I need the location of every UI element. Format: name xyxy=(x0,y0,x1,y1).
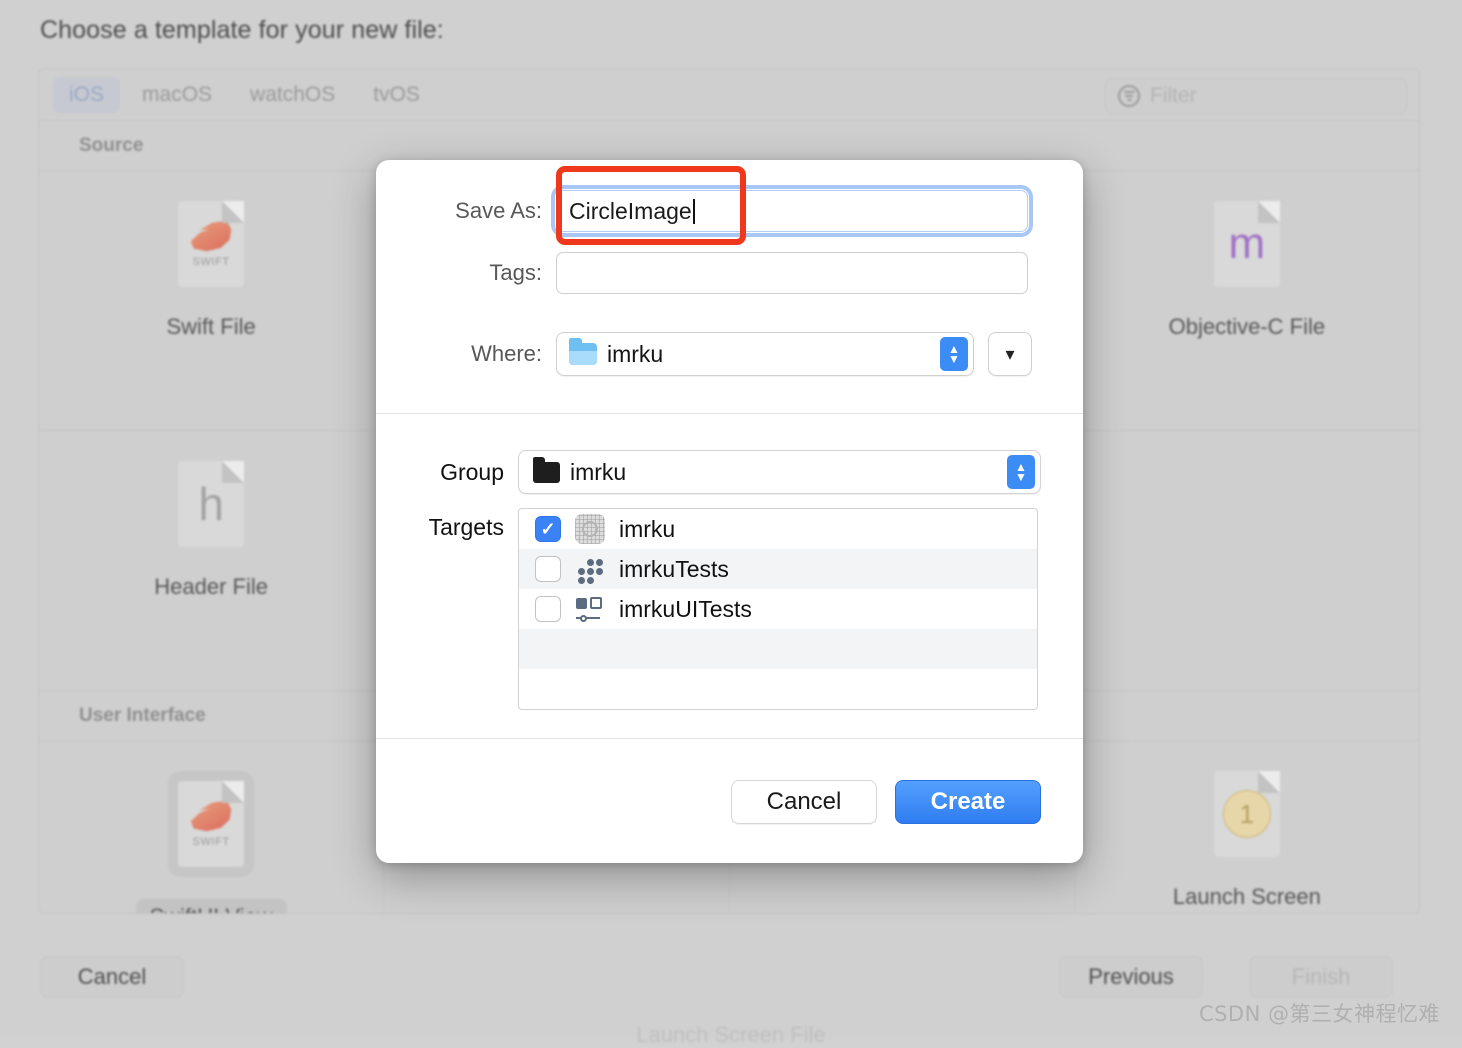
tab-macos[interactable]: macOS xyxy=(126,77,228,113)
blue-folder-icon xyxy=(569,343,597,365)
swift-bird-icon xyxy=(189,220,233,254)
swift-file-icon: SWIFT xyxy=(178,781,244,867)
targets-empty-row xyxy=(519,669,1037,709)
icon-wrap: SWIFT xyxy=(168,771,254,877)
targets-row: Targets ✓ imrku imrkuTests xyxy=(376,508,1083,710)
save-as-value: CircleImage xyxy=(569,198,692,225)
doc-letter: m xyxy=(1229,222,1266,266)
where-popup-button[interactable]: imrku ▲▼ xyxy=(556,332,974,376)
text-caret xyxy=(693,199,695,224)
save-as-label: Save As: xyxy=(376,198,556,224)
launch-number-badge: 1 xyxy=(1223,790,1271,838)
targets-label: Targets xyxy=(376,508,518,541)
icon-wrap: m xyxy=(1214,201,1280,287)
target-list-item[interactable]: ✓ imrku xyxy=(519,509,1037,549)
filter-search-box[interactable]: Filter xyxy=(1105,78,1407,114)
wizard-cancel-button[interactable]: Cancel xyxy=(40,956,184,998)
ui-test-target-icon xyxy=(575,594,605,624)
wizard-finish-button: Finish xyxy=(1249,956,1393,998)
objective-c-file-icon: m xyxy=(1214,201,1280,287)
target-name: imrkuUITests xyxy=(619,596,752,623)
sheet-top-section: Save As: CircleImage Tags: Where: imrku … xyxy=(376,160,1083,413)
target-list-item[interactable]: imrkuTests xyxy=(519,549,1037,589)
template-cell-blank-c[interactable] xyxy=(1075,431,1419,690)
icon-wrap: SWIFT xyxy=(178,201,244,287)
target-checkbox[interactable] xyxy=(535,596,561,622)
target-checkbox[interactable] xyxy=(535,556,561,582)
template-label: Header File xyxy=(140,569,282,605)
expand-browser-chevron-down-icon[interactable]: ▾ xyxy=(988,332,1032,376)
where-label: Where: xyxy=(376,341,556,367)
swift-badge-text: SWIFT xyxy=(193,836,230,848)
target-list-item[interactable]: imrkuUITests xyxy=(519,589,1037,629)
where-row: Where: imrku ▲▼ ▾ xyxy=(376,332,1083,376)
group-row: Group imrku ▲▼ xyxy=(376,450,1083,494)
tab-ios[interactable]: iOS xyxy=(53,77,120,113)
header-file-icon: h xyxy=(178,461,244,547)
sheet-action-bar: Cancel Create xyxy=(376,739,1083,863)
targets-empty-row xyxy=(519,629,1037,669)
dark-folder-icon xyxy=(533,462,560,483)
group-popup-button[interactable]: imrku ▲▼ xyxy=(518,450,1041,494)
tags-input[interactable] xyxy=(556,252,1028,294)
filter-placeholder: Filter xyxy=(1150,84,1197,108)
sheet-middle-section: Group imrku ▲▼ Targets ✓ imrku xyxy=(376,414,1083,738)
target-name: imrkuTests xyxy=(619,556,729,583)
page-title: Choose a template for your new file: xyxy=(40,16,444,45)
group-value: imrku xyxy=(570,459,626,486)
save-as-row: Save As: CircleImage xyxy=(376,190,1083,232)
group-label: Group xyxy=(376,459,518,486)
target-name: imrku xyxy=(619,516,675,543)
tab-watchos[interactable]: watchOS xyxy=(234,77,351,113)
template-cell-launch-screen[interactable]: 1 Launch Screen xyxy=(1075,741,1419,914)
platform-tabbar: iOS macOS watchOS tvOS Filter xyxy=(39,69,1419,121)
target-checkbox[interactable]: ✓ xyxy=(535,516,561,542)
swift-bird-icon xyxy=(189,800,233,834)
tags-label: Tags: xyxy=(376,260,556,286)
wizard-previous-button[interactable]: Previous xyxy=(1059,956,1203,998)
where-value: imrku xyxy=(607,341,663,368)
filter-icon xyxy=(1118,85,1140,107)
cancel-button[interactable]: Cancel xyxy=(731,780,877,824)
template-label: Objective-C File xyxy=(1155,309,1339,345)
template-label: SwiftUI View xyxy=(136,899,287,914)
unit-test-target-icon xyxy=(575,554,605,584)
icon-wrap: 1 xyxy=(1214,771,1280,857)
template-label: Swift File xyxy=(153,309,270,345)
tags-row: Tags: xyxy=(376,252,1083,294)
app-target-icon xyxy=(575,514,605,544)
tab-tvos[interactable]: tvOS xyxy=(357,77,436,113)
targets-list[interactable]: ✓ imrku imrkuTests imrkuUITes xyxy=(518,508,1038,710)
save-as-input[interactable]: CircleImage xyxy=(556,190,1028,232)
template-cell-objective-c-file[interactable]: m Objective-C File xyxy=(1075,171,1419,430)
launch-screen-icon: 1 xyxy=(1214,771,1280,857)
csdn-watermark: CSDN @第三女神程忆难 xyxy=(1199,998,1440,1028)
template-label: Launch Screen xyxy=(1159,879,1335,914)
save-file-sheet: Save As: CircleImage Tags: Where: imrku … xyxy=(376,160,1083,863)
doc-letter: h xyxy=(198,481,224,527)
where-stepper-arrows-icon[interactable]: ▲▼ xyxy=(940,337,968,371)
create-button[interactable]: Create xyxy=(895,780,1041,824)
template-cell-swiftui-view[interactable]: SWIFT SwiftUI View xyxy=(39,741,384,914)
swift-file-icon: SWIFT xyxy=(178,201,244,287)
group-stepper-arrows-icon[interactable]: ▲▼ xyxy=(1007,455,1035,489)
icon-wrap: h xyxy=(178,461,244,547)
swift-badge-text: SWIFT xyxy=(193,256,230,268)
template-cell-swift-file[interactable]: SWIFT Swift File xyxy=(39,171,384,430)
template-cell-header-file[interactable]: h Header File xyxy=(39,431,384,690)
